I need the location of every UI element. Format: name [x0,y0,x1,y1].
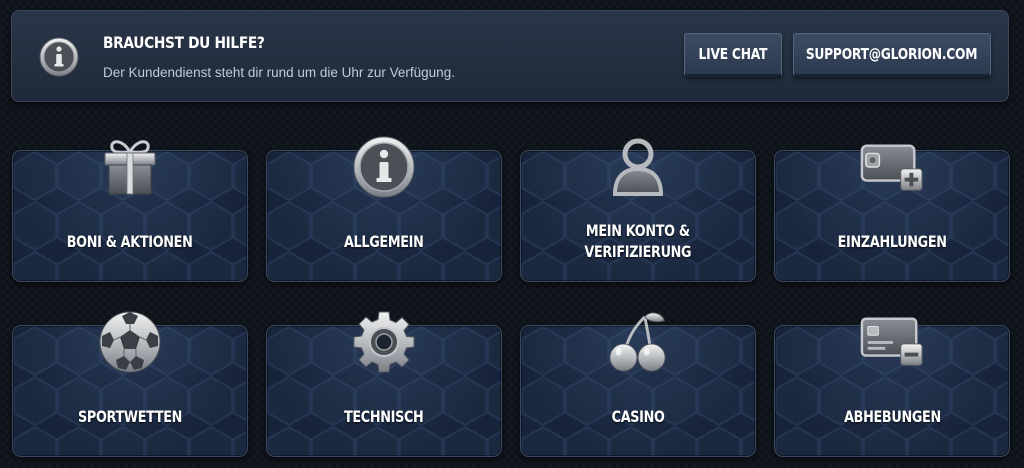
category-label: ALLGEMEIN [344,231,424,251]
help-title: BRAUCHST DU HILFE? [103,33,265,52]
support-email-button[interactable]: SUPPORT@GLORION.COM [793,33,991,77]
support-email-label: SUPPORT@GLORION.COM [806,45,978,63]
category-label: EINZAHLUNGEN [837,231,947,251]
category-card-account[interactable]: MEIN KONTO & VERIFIZIERUNG [520,138,756,282]
gear-icon [352,310,416,374]
soccer-ball-icon [98,310,162,374]
cherries-icon [606,310,670,374]
gift-icon [98,135,162,199]
category-label: CASINO [611,406,665,426]
info-icon [352,135,416,199]
category-card-bonuses[interactable]: BONI & AKTIONEN [12,140,248,282]
category-label: MEIN KONTO & VERIFIZIERUNG [584,221,692,261]
category-label: TECHNISCH [344,406,424,426]
category-label: ABHEBUNGEN [843,406,941,426]
live-chat-button[interactable]: LIVE CHAT [684,33,782,77]
card-minus-icon [860,310,924,374]
live-chat-label: LIVE CHAT [698,45,768,63]
category-label: SPORTWETTEN [77,406,183,426]
wallet-plus-icon [860,135,924,199]
category-card-general[interactable]: ALLGEMEIN [266,136,502,282]
help-subtitle: Der Kundendienst steht dir rund um die U… [103,65,455,80]
category-card-casino[interactable]: CASINO [520,312,756,457]
category-card-sports[interactable]: SPORTWETTEN [12,311,248,457]
category-label: BONI & AKTIONEN [67,231,193,251]
info-icon [39,37,79,77]
user-icon [606,135,670,199]
category-card-deposits[interactable]: EINZAHLUNGEN [774,144,1010,282]
help-banner: BRAUCHST DU HILFE? Der Kundendienst steh… [11,10,1009,102]
category-card-technical[interactable]: TECHNISCH [266,311,502,457]
category-card-withdrawals[interactable]: ABHEBUNGEN [774,317,1010,457]
